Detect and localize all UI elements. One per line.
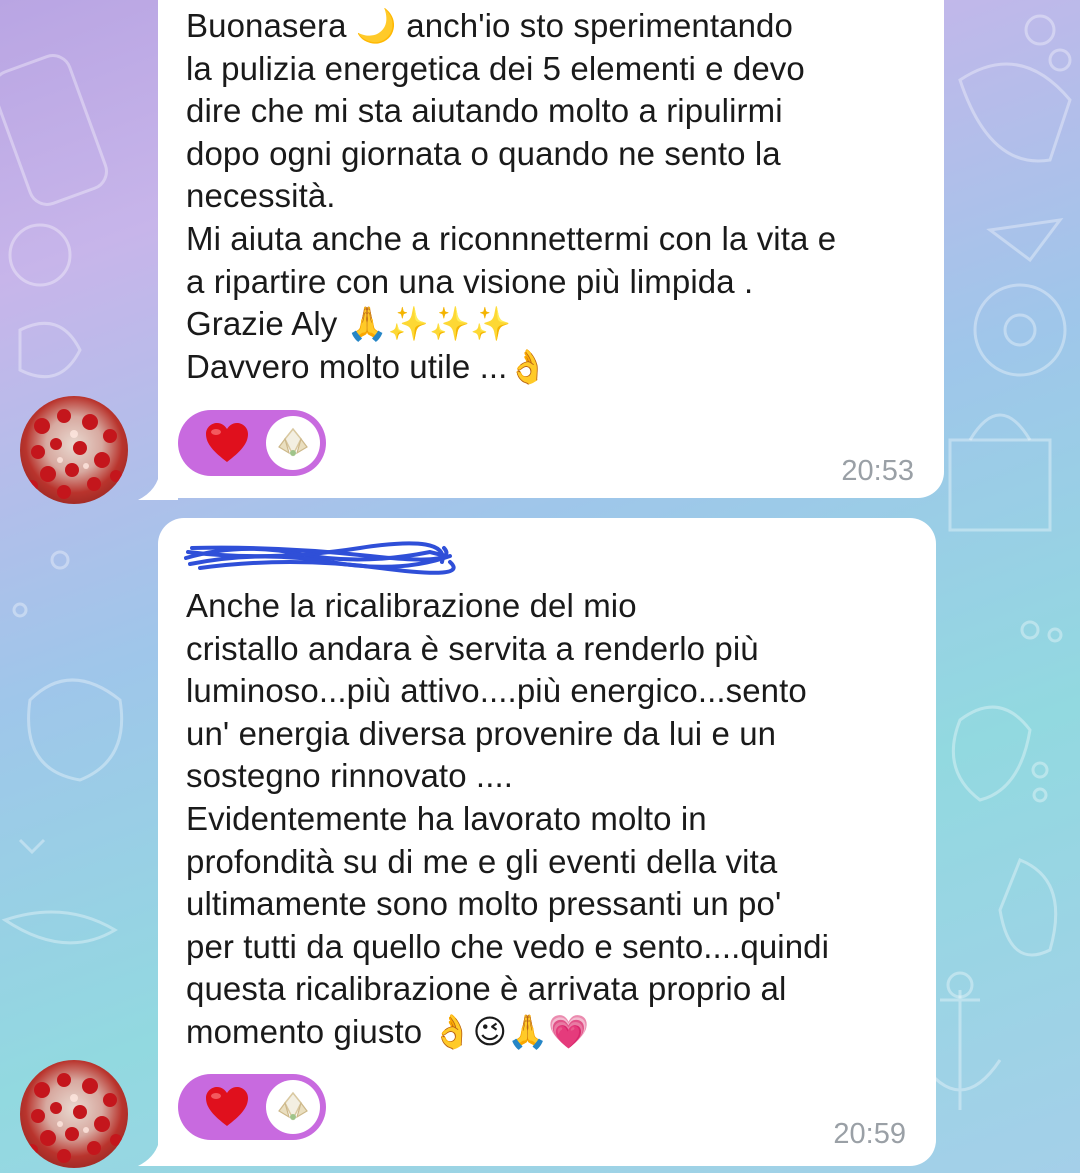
reaction-chip[interactable] xyxy=(178,410,326,476)
flower-icon xyxy=(278,1091,308,1121)
sender-avatar[interactable] xyxy=(20,1060,128,1168)
reactor-avatar xyxy=(266,1080,320,1134)
message-text: Anche la ricalibrazione del mio cristall… xyxy=(186,587,830,1050)
reaction-chip[interactable] xyxy=(178,1074,326,1140)
bubble-tail xyxy=(138,470,178,500)
message-time: 20:59 xyxy=(833,1118,906,1150)
message-text: Buonasera 🌙 anch'io sto sperimentando la… xyxy=(186,7,837,385)
heart-icon xyxy=(206,1087,248,1126)
bubble-tail xyxy=(138,1136,178,1166)
heart-icon xyxy=(206,423,248,462)
reactor-avatar xyxy=(266,416,320,470)
message-time: 20:53 xyxy=(841,455,914,487)
redacted-sender-name xyxy=(184,541,456,575)
message-bubble[interactable]: Buonasera 🌙 anch'io sto sperimentando la… xyxy=(158,0,944,498)
roses-photo xyxy=(26,1073,122,1163)
roses-photo xyxy=(26,409,122,499)
sender-avatar[interactable] xyxy=(20,396,128,504)
flower-icon xyxy=(278,427,308,457)
message-bubble[interactable]: Anche la ricalibrazione del mio cristall… xyxy=(158,518,936,1166)
